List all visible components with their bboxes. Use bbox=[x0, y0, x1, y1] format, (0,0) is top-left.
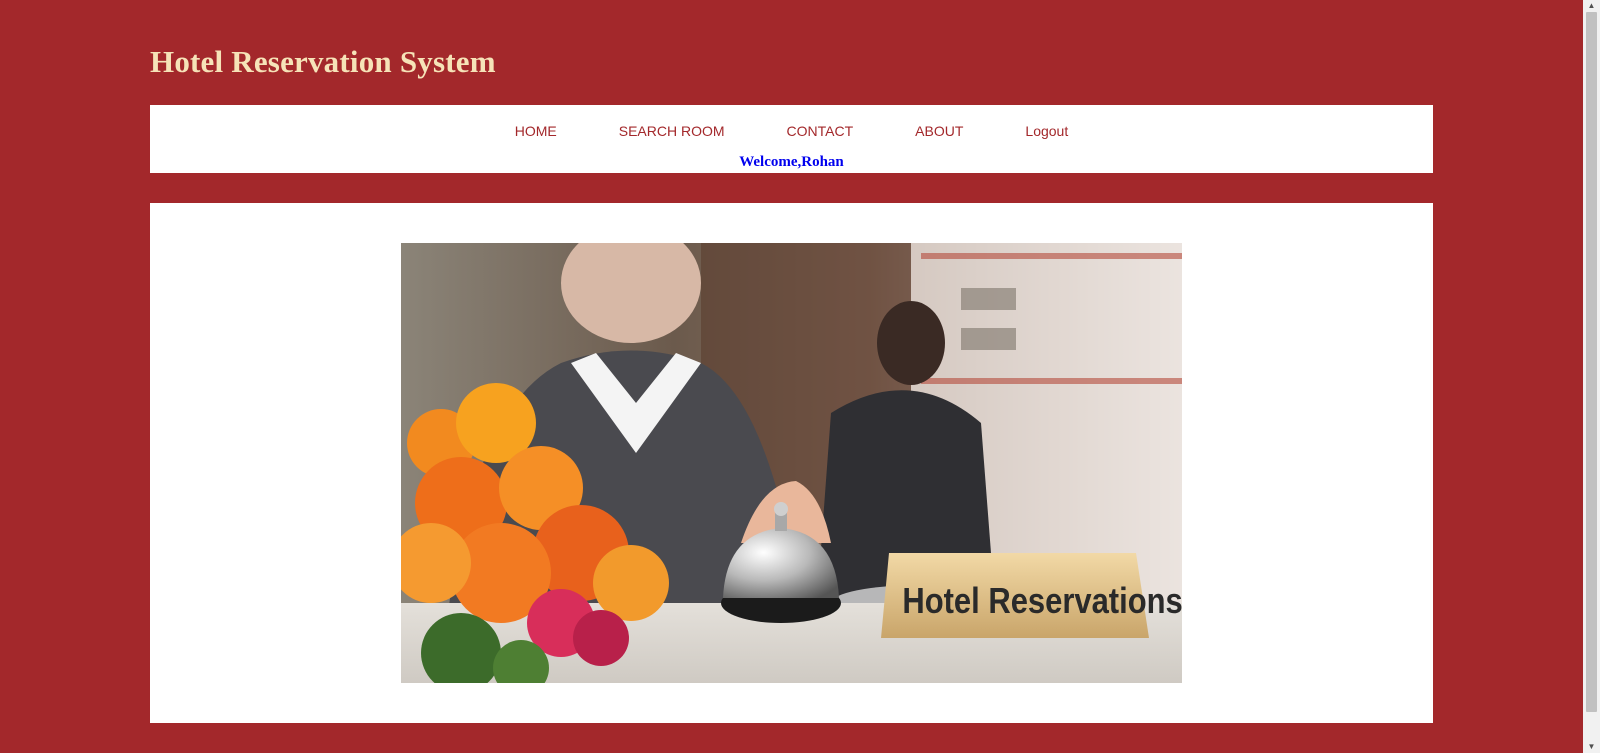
hero-sign-text: Hotel Reservations bbox=[902, 582, 1182, 622]
nav-about-link[interactable]: ABOUT bbox=[915, 123, 963, 139]
hotel-reception-illustration: Hotel Reservations bbox=[401, 243, 1182, 683]
scroll-down-arrow-icon[interactable]: ▼ bbox=[1583, 741, 1600, 753]
content-panel: Hotel Reservations bbox=[150, 203, 1433, 723]
nav-home-link[interactable]: HOME bbox=[515, 123, 557, 139]
nav-links: HOME SEARCH ROOM CONTACT ABOUT Logout bbox=[150, 123, 1433, 139]
nav-search-room-link[interactable]: SEARCH ROOM bbox=[619, 123, 725, 139]
nav-logout-link[interactable]: Logout bbox=[1025, 123, 1068, 139]
welcome-message: Welcome,Rohan bbox=[739, 154, 844, 170]
hero-image: Hotel Reservations bbox=[401, 243, 1182, 683]
nav-contact-link[interactable]: CONTACT bbox=[787, 123, 854, 139]
site-title: Hotel Reservation System bbox=[150, 44, 496, 79]
scroll-thumb[interactable] bbox=[1586, 12, 1597, 712]
navbar: HOME SEARCH ROOM CONTACT ABOUT Logout We… bbox=[150, 105, 1433, 173]
scroll-up-arrow-icon[interactable]: ▲ bbox=[1583, 0, 1600, 12]
vertical-scrollbar[interactable]: ▲ ▼ bbox=[1583, 0, 1600, 753]
